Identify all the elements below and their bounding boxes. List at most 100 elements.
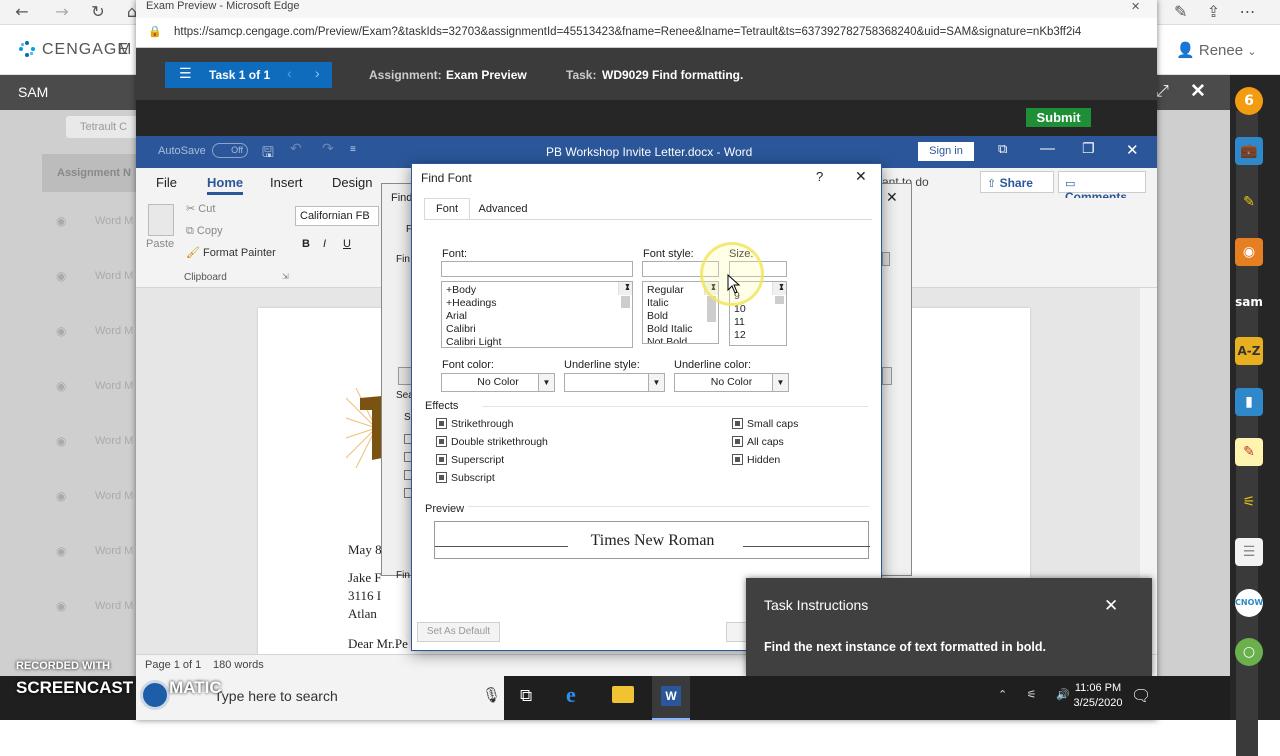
bg-row-label[interactable]: Word M [95,380,133,392]
font-list-item[interactable]: +Body [444,284,632,297]
font-list-item[interactable]: Arial [444,310,632,323]
size-list-item[interactable]: 11 [732,316,786,329]
pen-icon[interactable]: ✎ [1174,2,1187,21]
close-sam-icon[interactable]: ✕ [1190,80,1206,103]
refresh-icon[interactable]: ↻ [86,2,110,22]
cancel-button-edge[interactable] [882,367,892,385]
clock[interactable]: 11:06 PM 3/25/2020 [1070,682,1126,709]
share-icon[interactable]: ⇪ [1207,2,1220,21]
system-tray-icons[interactable]: ⌃ ⚟ 🔊 [998,688,1078,701]
speech-icon[interactable]: ⚟ [1235,488,1263,516]
tab-file[interactable]: File [156,175,177,190]
bg-row-label[interactable]: Word M [95,490,133,502]
size-list-item[interactable]: 12 [732,329,786,342]
close-find-font-button[interactable]: ✕ [855,168,867,185]
close-find-replace-icon[interactable]: ✕ [886,189,898,206]
task-view-icon[interactable]: ⧉ [520,686,532,706]
url-bar[interactable]: 🔒 https://samcp.cengage.com/Preview/Exam… [136,18,1157,48]
back-icon[interactable]: ← [10,2,34,22]
eye-icon[interactable]: ◉ [56,599,66,613]
font-list-item[interactable]: Calibri Light [444,336,632,347]
tab-home[interactable]: Home [207,175,244,195]
share-button[interactable]: ⇧ Share [980,171,1054,193]
ribbon-display-icon[interactable]: ⧉ [998,142,1007,157]
customize-qat-icon[interactable]: ≡ [350,144,356,155]
cnow-icon[interactable]: CNOW [1235,589,1263,617]
clipboard-launcher-icon[interactable]: ⇲ [282,272,289,281]
effect-checkbox[interactable]: Hidden [732,453,798,467]
font-color-select[interactable]: No Color ▼ [441,373,555,392]
tab-design[interactable]: Design [332,175,372,190]
style-list-scrollbar[interactable]: ▲ ▼ [704,282,718,322]
underline-color-select[interactable]: No Color ▼ [674,373,789,392]
sam-app-icon[interactable]: sam [1235,288,1263,316]
eye-icon[interactable]: ◉ [56,324,66,338]
bg-row-label[interactable]: Word M [95,215,133,227]
file-explorer-icon[interactable] [612,686,634,703]
effect-checkbox[interactable]: Subscript [436,471,548,485]
submit-button[interactable]: Submit [1026,108,1091,127]
effect-checkbox[interactable]: All caps [732,435,798,449]
word-taskbar-button[interactable]: W [652,676,690,720]
format-painter-button[interactable]: 🖌 Format Painter [186,246,276,259]
font-list-item[interactable]: Calibri [444,323,632,336]
effect-checkbox[interactable]: Strikethrough [436,417,548,431]
checkbox-indeterminate-icon[interactable] [732,454,743,465]
font-style-list-item[interactable]: Bold Italic [645,323,718,336]
effect-checkbox[interactable]: Small caps [732,417,798,431]
restore-icon[interactable]: ❐ [1082,141,1095,157]
notifications-icon[interactable]: 🗨 [1131,686,1151,705]
size-list-item[interactable]: 10 [732,303,786,316]
font-style-list[interactable]: Regular Italic Bold Bold Italic Not Bold ▲ ▼ [642,281,719,344]
checkbox-indeterminate-icon[interactable] [436,472,447,483]
tab-insert[interactable]: Insert [270,175,303,190]
effect-checkbox[interactable]: Double strikethrough [436,435,548,449]
eye-icon[interactable]: ◉ [56,214,66,228]
underline-button[interactable]: U [343,238,351,250]
tab-advanced[interactable]: Advanced [472,200,534,220]
bg-row-label[interactable]: Word M [95,270,133,282]
bg-row-label[interactable]: Word M [95,545,133,557]
prev-task-icon[interactable]: ‹ [287,65,292,81]
minimize-icon[interactable]: — [1040,140,1055,157]
book-icon[interactable]: ▮ [1235,388,1263,416]
edge-taskbar-icon[interactable]: e [566,682,576,708]
checkbox-indeterminate-icon[interactable] [732,436,743,447]
eye-icon[interactable]: ◉ [56,434,66,448]
bg-row-label[interactable]: Word M [95,435,133,447]
rss-icon[interactable]: ◉ [1235,238,1263,266]
set-as-default-button[interactable]: Set As Default [417,622,500,642]
font-name-box[interactable]: Californian FB [295,206,379,226]
effect-checkbox[interactable]: Superscript [436,453,548,467]
briefcase-icon[interactable]: 💼 [1235,137,1263,165]
dictionary-icon[interactable]: A-Z [1235,337,1263,365]
highlighter-icon[interactable]: ✎ [1235,188,1263,216]
font-list-scrollbar[interactable]: ▲ ▼ [618,282,632,308]
checkbox-indeterminate-icon[interactable] [436,454,447,465]
font-list-item[interactable]: +Headings [444,297,632,310]
close-word-icon[interactable]: ✕ [1126,141,1139,159]
notes-icon[interactable]: ✎ [1235,438,1263,466]
task-navigator[interactable]: ☰ Task 1 of 1 ‹ › [165,62,332,88]
close-instructions-icon[interactable]: ✕ [1104,596,1118,616]
eye-icon[interactable]: ◉ [56,489,66,503]
menu-icon[interactable]: ☰ [179,66,192,82]
forward-icon[interactable]: → [50,2,74,22]
font-style-list-item[interactable]: Not Bold [645,336,718,343]
expand-icon[interactable]: ⤢ [1156,81,1169,101]
paste-icon[interactable] [148,204,174,236]
mindtap-icon[interactable]: 6 [1235,87,1263,115]
bold-button[interactable]: B [302,238,310,250]
user-menu[interactable]: 👤 Renee ⌄ [1176,41,1256,59]
sign-in-button[interactable]: Sign in [918,142,974,161]
autosave-toggle[interactable]: Off [212,143,248,158]
flashcards-icon[interactable]: ☰ [1235,538,1263,566]
bg-row-label[interactable]: Word M [95,600,133,612]
underline-style-select[interactable]: ▼ [564,373,665,392]
bg-row-label[interactable]: Word M [95,325,133,337]
checkbox-indeterminate-icon[interactable] [436,418,447,429]
comments-button[interactable]: ▭ Comments [1058,171,1146,204]
save-icon[interactable]: 🖫 [262,142,274,166]
microphone-icon[interactable]: 🎙 [482,686,501,704]
checkbox-indeterminate-icon[interactable] [732,418,743,429]
